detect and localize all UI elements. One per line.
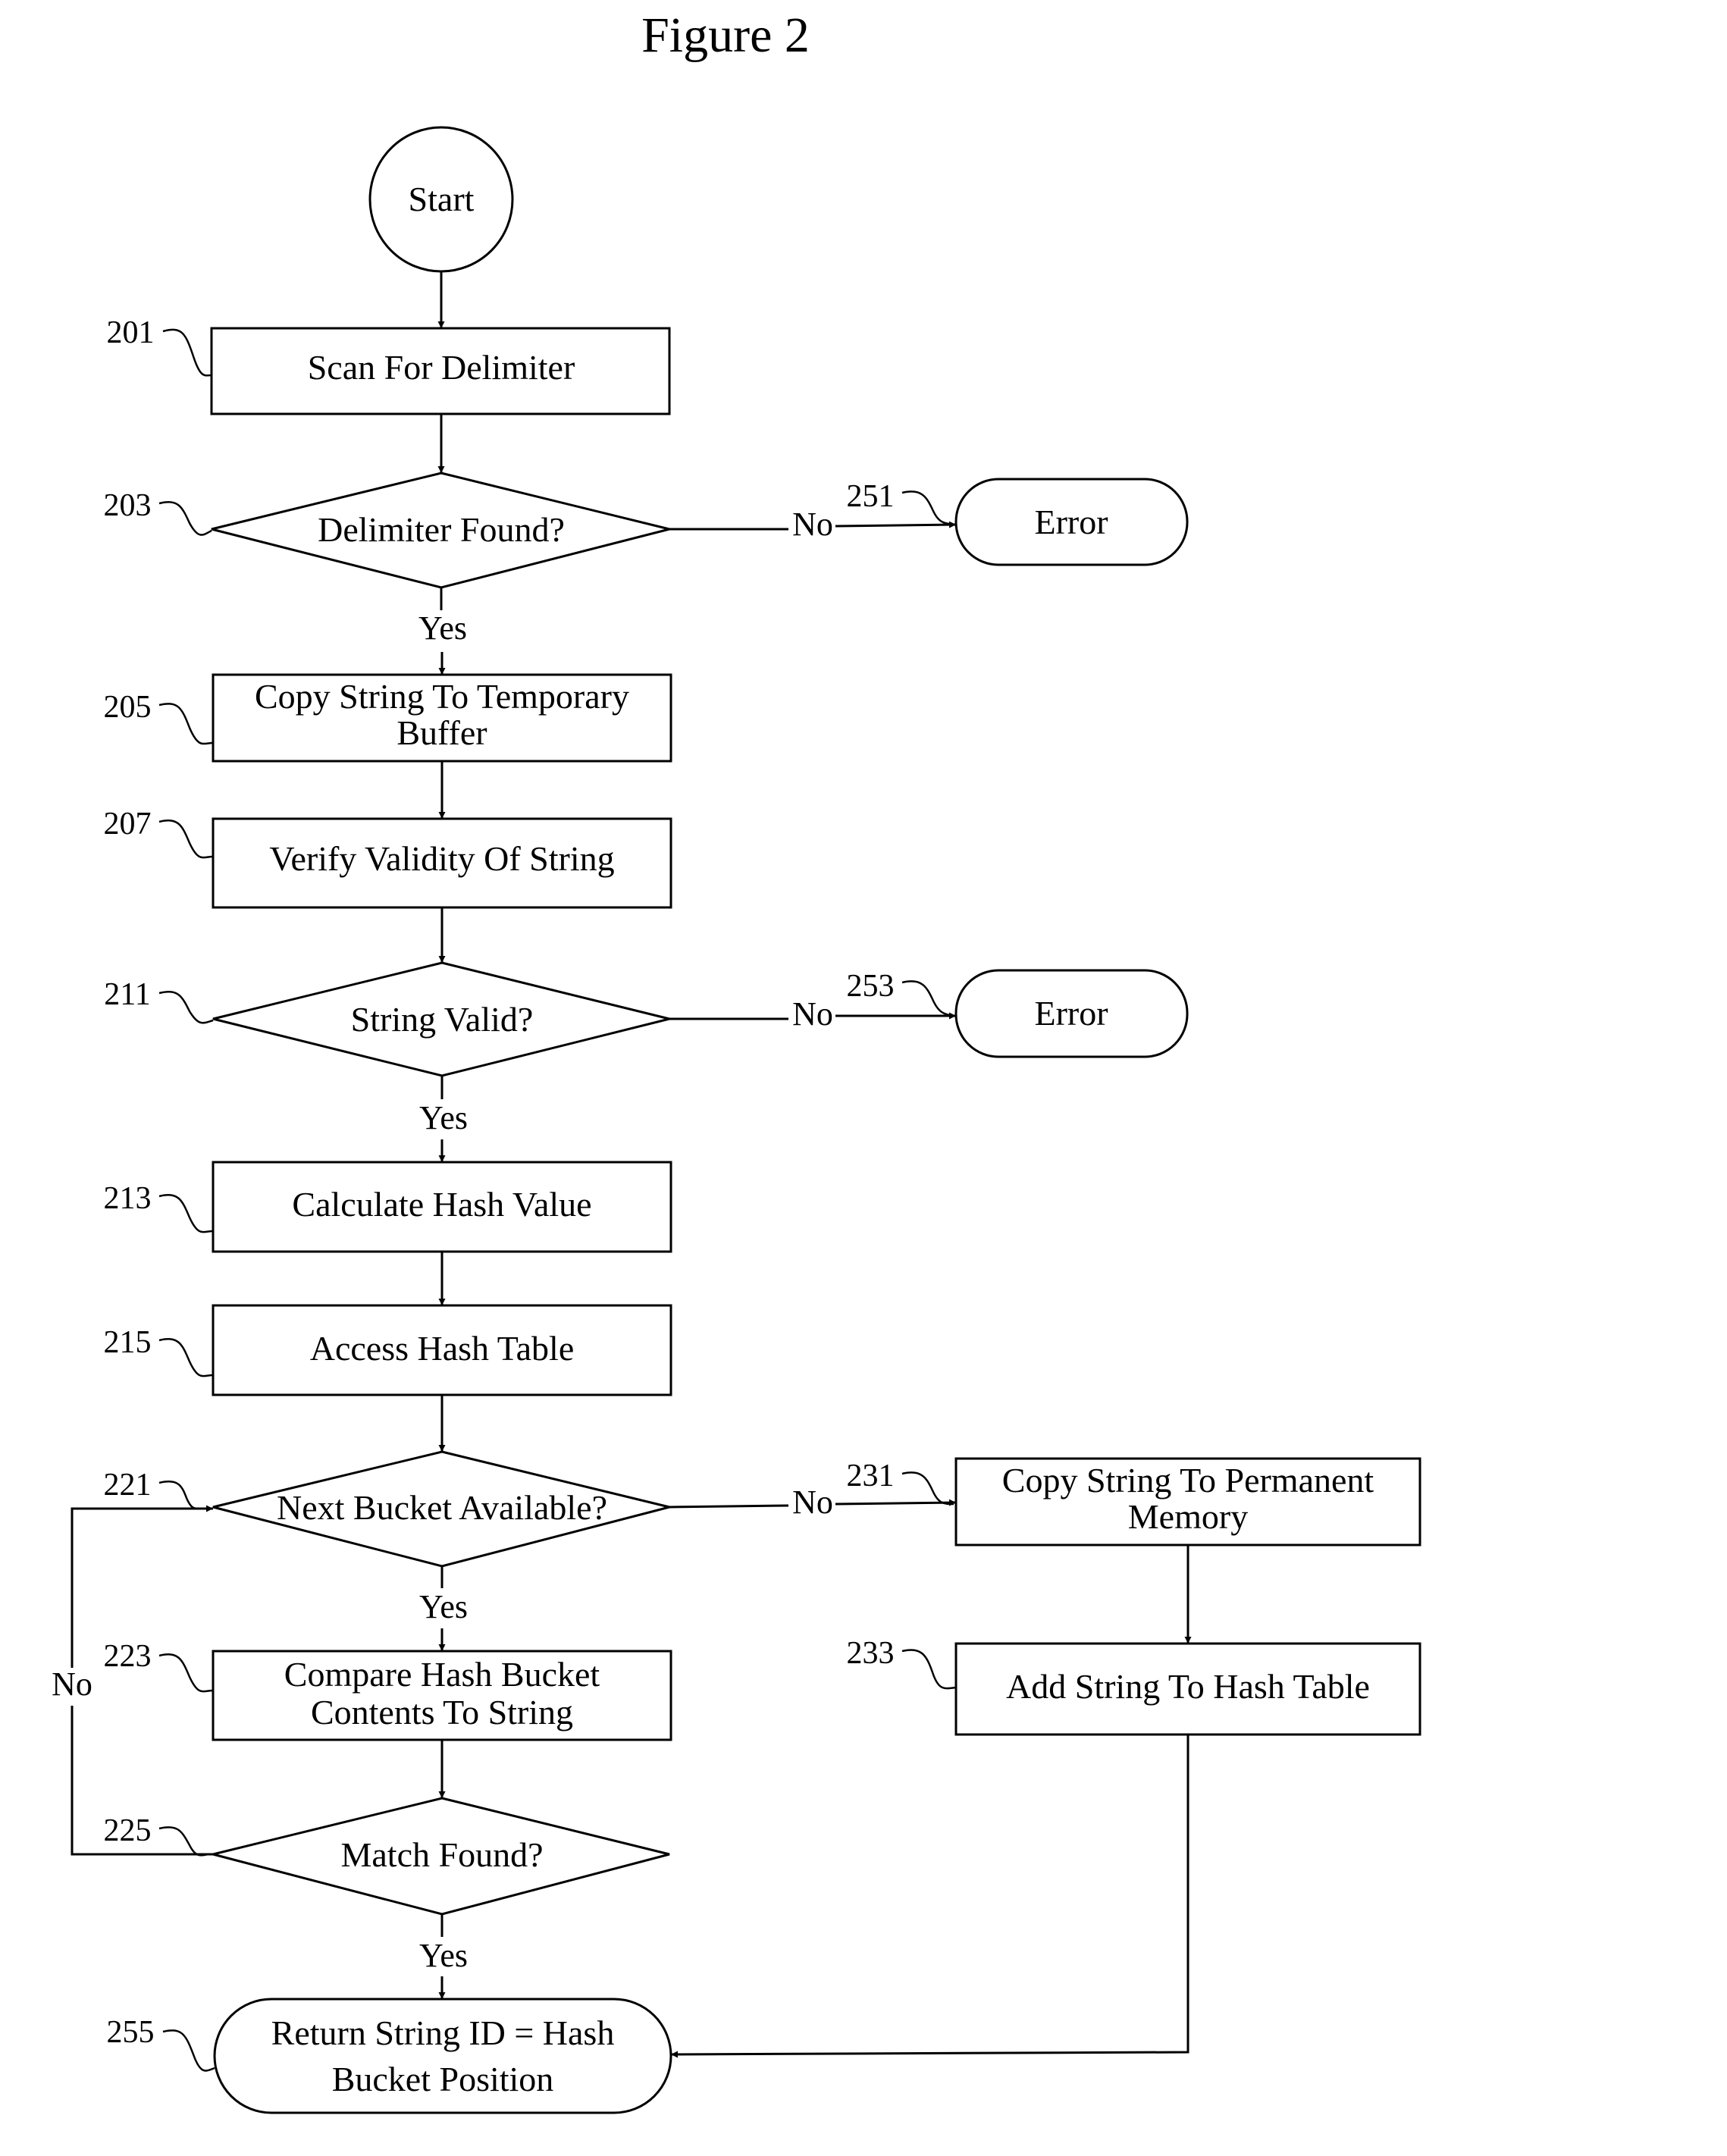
node-label: Next Bucket Available? xyxy=(277,1488,607,1527)
flowchart: Figure 2 Start Scan For Delimiter 201 De… xyxy=(52,8,1421,2114)
edge-label-yes: Yes xyxy=(419,1588,468,1625)
decision-string-valid: String Valid? 211 xyxy=(104,961,670,1077)
ref-leader xyxy=(158,1653,214,1693)
node-label: String Valid? xyxy=(351,1000,534,1039)
node-label-line-1: Return String ID = Hash xyxy=(271,2013,615,2052)
ref-leader xyxy=(901,490,954,526)
ref-leader xyxy=(158,1338,214,1377)
terminal-error-253: Error 253 xyxy=(847,969,1189,1058)
ref-number: 207 xyxy=(104,807,152,841)
step-add-string-hash-table: Add String To Hash Table 233 xyxy=(847,1636,1421,1736)
ref-leader xyxy=(162,2029,215,2072)
edge-label-no: No xyxy=(52,1666,92,1703)
ref-number: 255 xyxy=(107,2015,155,2050)
edge-221-no-segment xyxy=(669,1504,789,1509)
step-scan-for-delimiter: Scan For Delimiter 201 xyxy=(107,315,671,415)
step-access-hash-table: Access Hash Table 215 xyxy=(104,1304,672,1396)
ref-leader xyxy=(162,328,212,377)
edge-label-no: No xyxy=(792,995,833,1033)
ref-leader xyxy=(158,1826,209,1857)
start-node: Start xyxy=(368,126,514,273)
ref-number: 205 xyxy=(104,690,152,725)
terminal-error-251: Error 251 xyxy=(847,478,1189,566)
ref-number: 203 xyxy=(104,488,152,523)
node-label-line-1: Compare Hash Bucket xyxy=(284,1655,600,1694)
decision-delimiter-found: Delimiter Found? 203 xyxy=(104,472,670,589)
node-label-line-2: Buffer xyxy=(396,713,487,752)
node-label: Scan For Delimiter xyxy=(308,348,575,387)
ref-number: 215 xyxy=(104,1325,152,1360)
step-compare-hash-bucket: Compare Hash Bucket Contents To String 2… xyxy=(104,1639,672,1741)
edge-label-yes: Yes xyxy=(418,610,467,647)
ref-leader xyxy=(158,991,214,1024)
node-label: Access Hash Table xyxy=(310,1329,574,1368)
ref-number: 253 xyxy=(847,969,895,1004)
node-label-line-1: Copy String To Temporary xyxy=(255,677,629,716)
node-label-line-2: Bucket Position xyxy=(332,2060,554,2098)
start-label: Start xyxy=(409,180,475,218)
edge-label-no: No xyxy=(792,506,833,543)
edge-label-yes: Yes xyxy=(419,1099,468,1136)
figure-title: Figure 2 xyxy=(641,8,810,63)
ref-number: 211 xyxy=(104,977,150,1012)
node-label: Error xyxy=(1034,503,1108,541)
ref-leader xyxy=(901,1649,957,1690)
node-label-line-2: Contents To String xyxy=(311,1693,573,1731)
node-label-line-2: Memory xyxy=(1128,1497,1248,1536)
decision-match-found: Match Found? 225 xyxy=(104,1797,670,1916)
ref-leader xyxy=(158,1194,214,1233)
ref-leader xyxy=(158,703,214,745)
ref-leader xyxy=(158,1481,199,1510)
ref-number: 223 xyxy=(104,1639,152,1674)
edge-label-yes: Yes xyxy=(419,1937,468,1974)
node-label: Verify Validity Of String xyxy=(269,839,614,878)
node-label: Error xyxy=(1034,994,1108,1033)
step-verify-validity: Verify Validity Of String 207 xyxy=(104,807,672,909)
step-copy-string-temp-buffer: Copy String To Temporary Buffer 205 xyxy=(104,673,672,763)
ref-number: 233 xyxy=(847,1636,895,1671)
edge-203-to-251 xyxy=(835,521,957,528)
node-label: Delimiter Found? xyxy=(318,510,565,549)
node-label: Calculate Hash Value xyxy=(292,1185,591,1224)
ref-leader xyxy=(901,980,954,1017)
terminal-return-string-id: Return String ID = Hash Bucket Position … xyxy=(107,1998,672,2114)
ref-number: 201 xyxy=(107,315,155,350)
ref-number: 213 xyxy=(104,1181,152,1216)
step-calculate-hash: Calculate Hash Value 213 xyxy=(104,1161,672,1253)
edge-label-no: No xyxy=(792,1484,833,1521)
ref-leader xyxy=(901,1471,954,1506)
ref-number: 251 xyxy=(847,479,895,514)
edge-233-to-255 xyxy=(670,1735,1189,2058)
node-label: Add String To Hash Table xyxy=(1006,1667,1370,1706)
edge-221-to-231 xyxy=(835,1499,957,1506)
ref-number: 225 xyxy=(104,1813,152,1848)
node-label-line-1: Copy String To Permanent xyxy=(1002,1461,1374,1499)
node-label: Match Found? xyxy=(340,1835,543,1874)
ref-leader xyxy=(158,819,214,859)
ref-number: 231 xyxy=(847,1459,895,1493)
ref-number: 221 xyxy=(104,1468,152,1503)
ref-leader xyxy=(158,501,212,536)
